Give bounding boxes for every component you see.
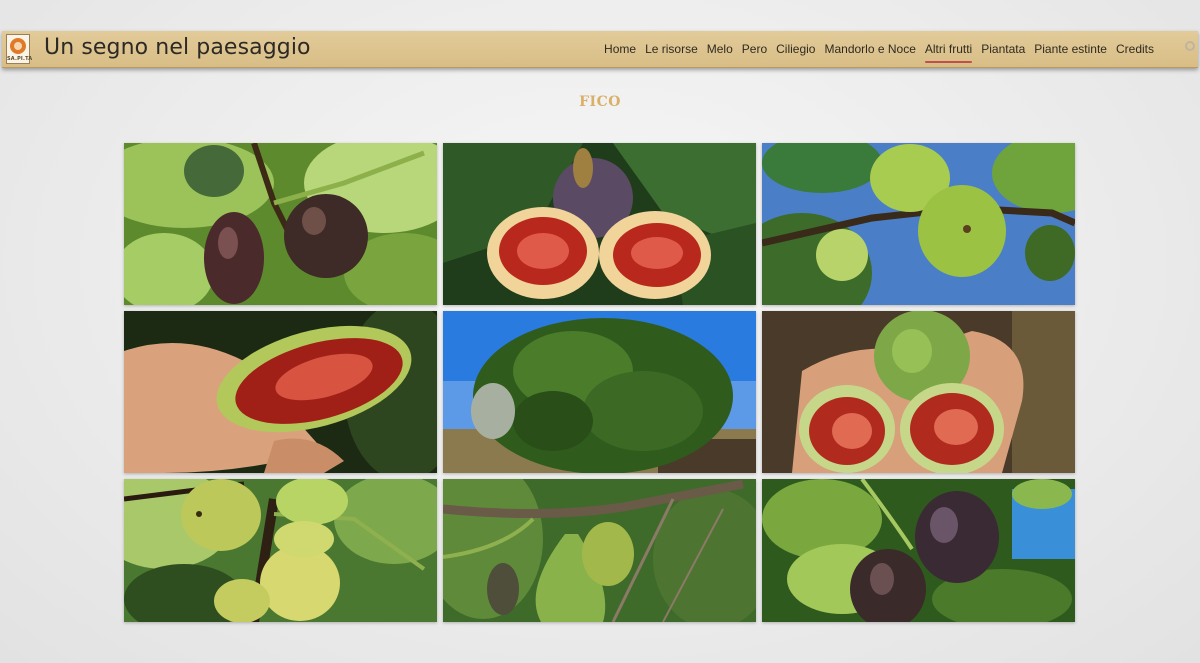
nav-item-mandorlo-e-noce[interactable]: Mandorlo e Noce <box>824 40 915 58</box>
nav-item-melo[interactable]: Melo <box>707 40 733 58</box>
gallery-photo-8[interactable] <box>443 479 756 622</box>
nav-item-home[interactable]: Home <box>604 40 636 58</box>
gallery-photo-5[interactable] <box>443 311 756 473</box>
nav-item-pero[interactable]: Pero <box>742 40 767 58</box>
gallery-photo-3[interactable] <box>762 143 1075 305</box>
nav-item-altri-frutti[interactable]: Altri frutti <box>924 40 973 63</box>
gallery-photo-7[interactable] <box>124 479 437 622</box>
gallery-photo-1[interactable] <box>124 143 437 305</box>
main-menu: Home Le risorse Melo Pero Ciliegio Mando… <box>595 31 1154 67</box>
site-logo[interactable]: SA.PI.TA <box>6 34 33 64</box>
gallery-photo-4[interactable] <box>124 311 437 473</box>
site-title[interactable]: Un segno nel paesaggio <box>44 33 311 63</box>
nav-item-ciliegio[interactable]: Ciliegio <box>776 40 815 58</box>
search-icon[interactable] <box>1185 41 1195 51</box>
gallery-photo-2[interactable] <box>443 143 756 305</box>
nav-item-piantata[interactable]: Piantata <box>981 40 1025 58</box>
gallery-photo-9[interactable] <box>762 479 1075 622</box>
logo-emblem-icon <box>10 38 26 54</box>
logo-text: SA.PI.TA <box>7 56 33 62</box>
nav-item-le-risorse[interactable]: Le risorse <box>645 40 698 58</box>
top-navbar: SA.PI.TA Un segno nel paesaggio Home Le … <box>2 31 1198 68</box>
nav-item-credits[interactable]: Credits <box>1116 40 1154 58</box>
nav-item-piante-estinte[interactable]: Piante estinte <box>1034 40 1107 58</box>
page-title: FICO <box>579 94 621 110</box>
photo-gallery <box>124 143 1075 622</box>
gallery-photo-6[interactable] <box>762 311 1075 473</box>
